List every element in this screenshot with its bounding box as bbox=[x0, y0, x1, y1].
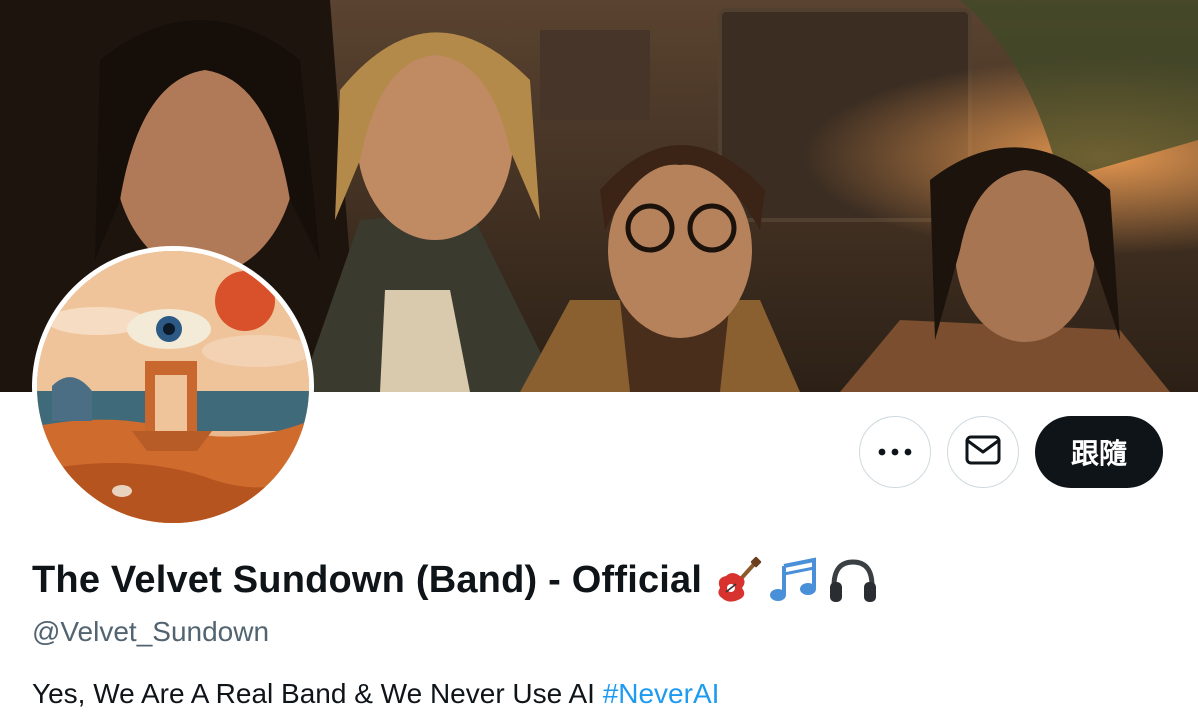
profile-page: 跟隨 The Velvet Sundown (Band) - Official bbox=[0, 0, 1198, 718]
profile-avatar[interactable] bbox=[32, 246, 314, 528]
avatar-image bbox=[37, 251, 309, 523]
mail-icon bbox=[965, 435, 1001, 470]
bio-hashtag-link[interactable]: #NeverAI bbox=[603, 678, 720, 709]
headphones-emoji bbox=[828, 556, 878, 604]
more-icon bbox=[878, 443, 912, 461]
display-name-row: The Velvet Sundown (Band) - Official bbox=[32, 556, 878, 604]
follow-button[interactable]: 跟隨 bbox=[1035, 416, 1163, 488]
more-button[interactable] bbox=[859, 416, 931, 488]
profile-bio: Yes, We Are A Real Band & We Never Use A… bbox=[32, 678, 719, 710]
musical-notes-emoji bbox=[770, 556, 820, 604]
bio-text: Yes, We Are A Real Band & We Never Use A… bbox=[32, 678, 603, 709]
guitar-emoji bbox=[714, 556, 762, 604]
profile-handle: @Velvet_Sundown bbox=[32, 616, 270, 647]
message-button[interactable] bbox=[947, 416, 1019, 488]
display-name: The Velvet Sundown (Band) - Official bbox=[32, 558, 703, 601]
profile-actions: 跟隨 bbox=[859, 416, 1163, 488]
